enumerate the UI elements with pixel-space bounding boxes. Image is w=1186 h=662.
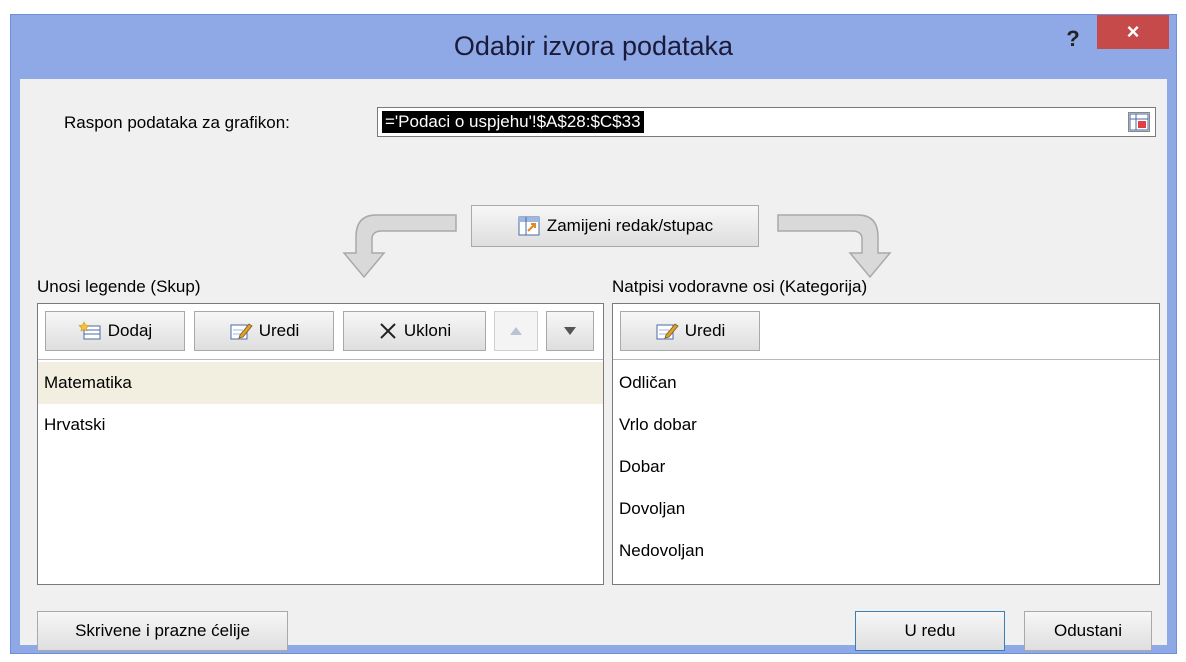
collapse-range-button[interactable] (1128, 112, 1150, 132)
axis-panel: Uredi Odličan Vrlo dobar Dobar Dovoljan … (612, 303, 1160, 585)
hidden-empty-cells-button[interactable]: Skrivene i prazne ćelije (37, 611, 288, 651)
right-curved-arrow-icon (777, 214, 892, 279)
remove-series-label: Ukloni (403, 321, 452, 340)
axis-list-item[interactable]: Dovoljan (613, 488, 1159, 530)
axis-heading: Natpisi vodoravne osi (Kategorija) (612, 277, 868, 296)
dialog-title: Odabir izvora podataka (453, 31, 734, 61)
close-button[interactable]: × (1097, 15, 1169, 49)
edit-axis-labels-label: Uredi (684, 321, 726, 340)
legend-list-item[interactable]: Hrvatski (38, 404, 603, 446)
title-bar[interactable]: Odabir izvora podataka ? × (11, 15, 1176, 79)
axis-list-item[interactable]: Nedovoljan (613, 530, 1159, 572)
switch-row-column-icon (518, 216, 540, 236)
edit-axis-labels-button[interactable]: Uredi (620, 311, 760, 351)
ok-button[interactable]: U redu (855, 611, 1005, 651)
edit-series-label: Uredi (258, 321, 300, 340)
range-label: Raspon podataka za grafikon: (64, 113, 290, 132)
legend-toolbar: Dodaj Uredi Ukloni (38, 304, 603, 360)
ok-label: U redu (904, 621, 956, 640)
edit-icon (656, 323, 679, 340)
add-icon (78, 321, 101, 340)
range-value: ='Podaci o uspjehu'!$A$28:$C$33 (382, 111, 644, 133)
left-curved-arrow-icon (342, 214, 457, 279)
remove-series-button[interactable]: Ukloni (343, 311, 486, 351)
add-series-button[interactable]: Dodaj (45, 311, 185, 351)
axis-toolbar: Uredi (613, 304, 1159, 360)
switch-row-column-label: Zamijeni redak/stupac (546, 216, 714, 235)
switch-row-column-button[interactable]: Zamijeni redak/stupac (471, 205, 759, 247)
move-down-button[interactable] (546, 311, 594, 351)
cancel-label: Odustani (1053, 621, 1123, 640)
remove-icon (380, 323, 396, 339)
arrow-up-icon (510, 327, 522, 335)
cancel-button[interactable]: Odustani (1024, 611, 1152, 651)
range-input[interactable]: ='Podaci o uspjehu'!$A$28:$C$33 (377, 107, 1156, 137)
select-data-source-dialog: Odabir izvora podataka ? × Raspon podata… (10, 14, 1177, 654)
hidden-empty-cells-label: Skrivene i prazne ćelije (75, 621, 250, 640)
axis-list-item[interactable]: Dobar (613, 446, 1159, 488)
dialog-body: Raspon podataka za grafikon: ='Podaci o … (20, 79, 1167, 651)
axis-list-item[interactable]: Odličan (613, 362, 1159, 404)
legend-heading: Unosi legende (Skup) (37, 277, 201, 296)
add-series-label: Dodaj (107, 321, 153, 340)
help-button[interactable]: ? (1059, 25, 1087, 53)
edit-icon (230, 323, 253, 340)
move-up-button[interactable] (494, 311, 538, 351)
arrow-down-icon (564, 327, 576, 335)
range-picker-icon (1129, 113, 1149, 131)
edit-series-button[interactable]: Uredi (194, 311, 334, 351)
legend-panel: Dodaj Uredi Ukloni Matematika Hrvatski (37, 303, 604, 585)
axis-list-item[interactable]: Vrlo dobar (613, 404, 1159, 446)
legend-list-item[interactable]: Matematika (38, 362, 603, 404)
